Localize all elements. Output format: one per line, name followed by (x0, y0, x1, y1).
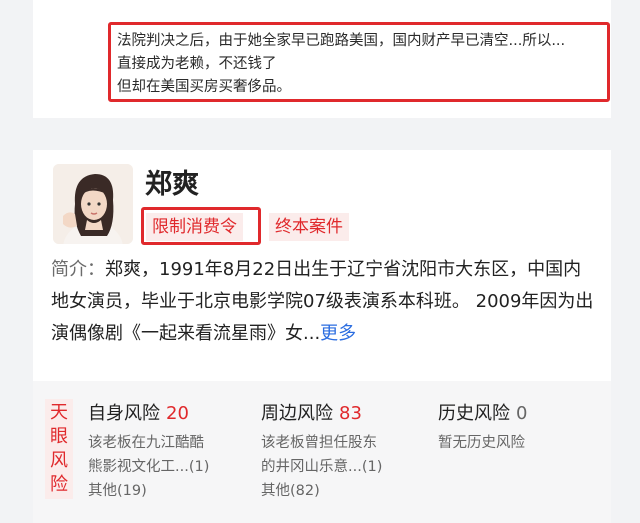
highlight-tag-box (141, 207, 261, 245)
note-card: 法院判决之后，由于她全家早已跑路美国，国内财产早已清空...所以... 直接成为… (33, 0, 611, 118)
note-line-2: 直接成为老赖，不还钱了 (117, 56, 277, 72)
self-risk-title: 自身风险 (88, 403, 160, 424)
self-risk-header: 自身风险 20 (88, 399, 248, 425)
history-risk-count: 0 (516, 403, 528, 424)
around-risk-panel[interactable]: 周边风险 83 该老板曾担任股东 的井冈山乐意...(1) 其他(82) (261, 399, 421, 503)
more-link[interactable]: 更多 (320, 323, 356, 344)
around-risk-title: 周边风险 (261, 403, 333, 424)
avatar[interactable] (53, 164, 133, 244)
note-line-1: 法院判决之后，由于她全家早已跑路美国，国内财产早已清空...所以... (117, 33, 566, 49)
self-risk-details: 该老板在九江酷酷 熊影视文化工...(1) 其他(19) (88, 431, 248, 503)
history-risk-panel[interactable]: 历史风险 0 暂无历史风险 (438, 399, 598, 455)
highlight-note-box: 法院判决之后，由于她全家早已跑路美国，国内财产早已清空...所以... 直接成为… (108, 22, 610, 102)
around-risk-line-2: 的井冈山乐意...(1) (261, 459, 383, 475)
self-risk-line-2: 熊影视文化工...(1) (88, 459, 210, 475)
around-risk-line-3: 其他(82) (261, 483, 320, 499)
history-risk-title: 历史风险 (438, 403, 510, 424)
around-risk-line-1: 该老板曾担任股东 (261, 435, 377, 451)
note-line-3: 但却在美国买房买奢侈品。 (117, 79, 291, 95)
person-name: 郑爽 (145, 169, 199, 200)
intro-paragraph: 简介：郑爽，1991年8月22日出生于辽宁省沈阳市大东区，中国内地女演员，毕业于… (51, 254, 596, 350)
self-risk-count: 20 (166, 403, 189, 424)
profile-card: 郑爽 限制消费令 终本案件 简介：郑爽，1991年8月22日出生于辽宁省沈阳市大… (33, 150, 611, 523)
tianyan-risk-badge: 天眼风险 (45, 399, 73, 499)
history-risk-header: 历史风险 0 (438, 399, 598, 425)
self-risk-line-1: 该老板在九江酷酷 (88, 435, 204, 451)
history-risk-line-1: 暂无历史风险 (438, 435, 525, 451)
around-risk-header: 周边风险 83 (261, 399, 421, 425)
around-risk-details: 该老板曾担任股东 的井冈山乐意...(1) 其他(82) (261, 431, 421, 503)
intro-label: 简介： (51, 259, 105, 280)
tag-terminated-case[interactable]: 终本案件 (269, 213, 349, 241)
self-risk-panel[interactable]: 自身风险 20 该老板在九江酷酷 熊影视文化工...(1) 其他(19) (88, 399, 248, 503)
self-risk-line-3: 其他(19) (88, 483, 147, 499)
avatar-portrait-icon (53, 164, 133, 244)
risk-strip: 天眼风险 自身风险 20 该老板在九江酷酷 熊影视文化工...(1) 其他(19)… (33, 381, 611, 523)
history-risk-details: 暂无历史风险 (438, 431, 598, 455)
around-risk-count: 83 (339, 403, 362, 424)
